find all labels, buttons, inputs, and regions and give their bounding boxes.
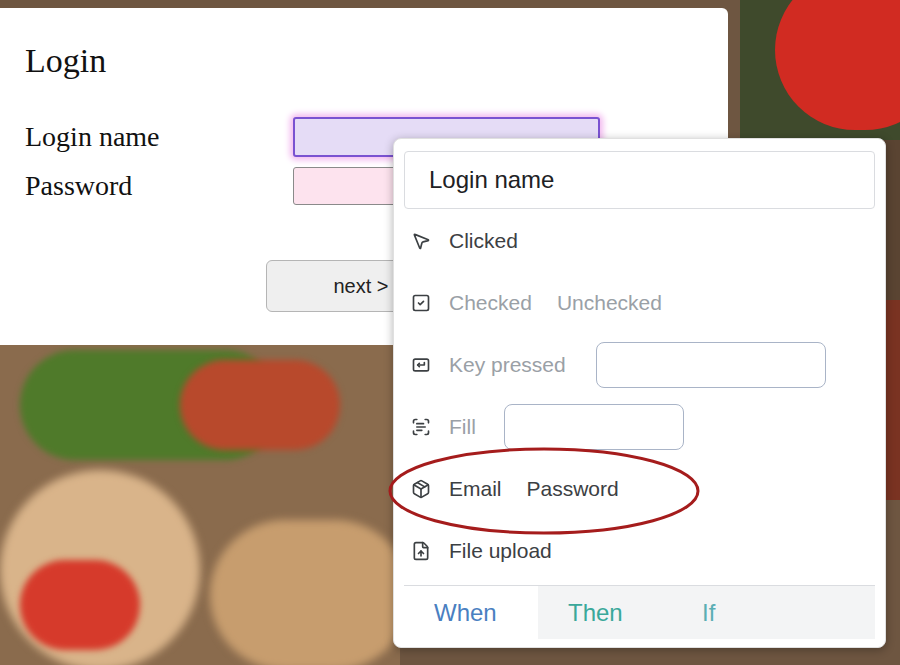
page: LoginLogin namePasswordnext >Login nameC… <box>0 0 900 665</box>
menu-row: Email Password <box>404 458 875 520</box>
field-label: Login name <box>25 123 293 151</box>
menu-row: Checked Unchecked <box>404 272 875 334</box>
menu-option: Fill <box>449 411 476 443</box>
login-title: Login <box>25 44 728 78</box>
tab[interactable]: When <box>404 586 538 639</box>
highlight-ellipse <box>387 446 701 536</box>
checkbox-icon <box>411 293 431 313</box>
option-input[interactable] <box>504 404 684 450</box>
file-upload-icon <box>411 541 431 561</box>
scan-text-icon <box>411 417 431 437</box>
menu-option[interactable]: Password <box>527 473 619 505</box>
tab[interactable]: If <box>672 586 806 639</box>
menu-option[interactable]: Clicked <box>449 225 518 257</box>
search-field[interactable]: Login name <box>404 151 875 209</box>
menu-row: Clicked <box>404 210 875 272</box>
enter-key-icon <box>411 355 431 375</box>
field-label: Password <box>25 172 293 200</box>
trigger-menu: Login name Clicked Checked Unchecked Key pre… <box>393 138 886 648</box>
option-input[interactable] <box>596 342 826 388</box>
menu-row: Key pressed <box>404 334 875 396</box>
package-icon <box>411 479 431 499</box>
menu-option[interactable]: File upload <box>449 535 552 567</box>
menu-option: Unchecked <box>557 287 662 319</box>
cursor-icon <box>411 231 431 251</box>
tab[interactable]: Then <box>538 586 672 639</box>
menu-row: Fill <box>404 396 875 458</box>
menu-option[interactable]: Email <box>449 473 502 505</box>
menu-option: Key pressed <box>449 349 566 381</box>
menu-option: Checked <box>449 287 532 319</box>
